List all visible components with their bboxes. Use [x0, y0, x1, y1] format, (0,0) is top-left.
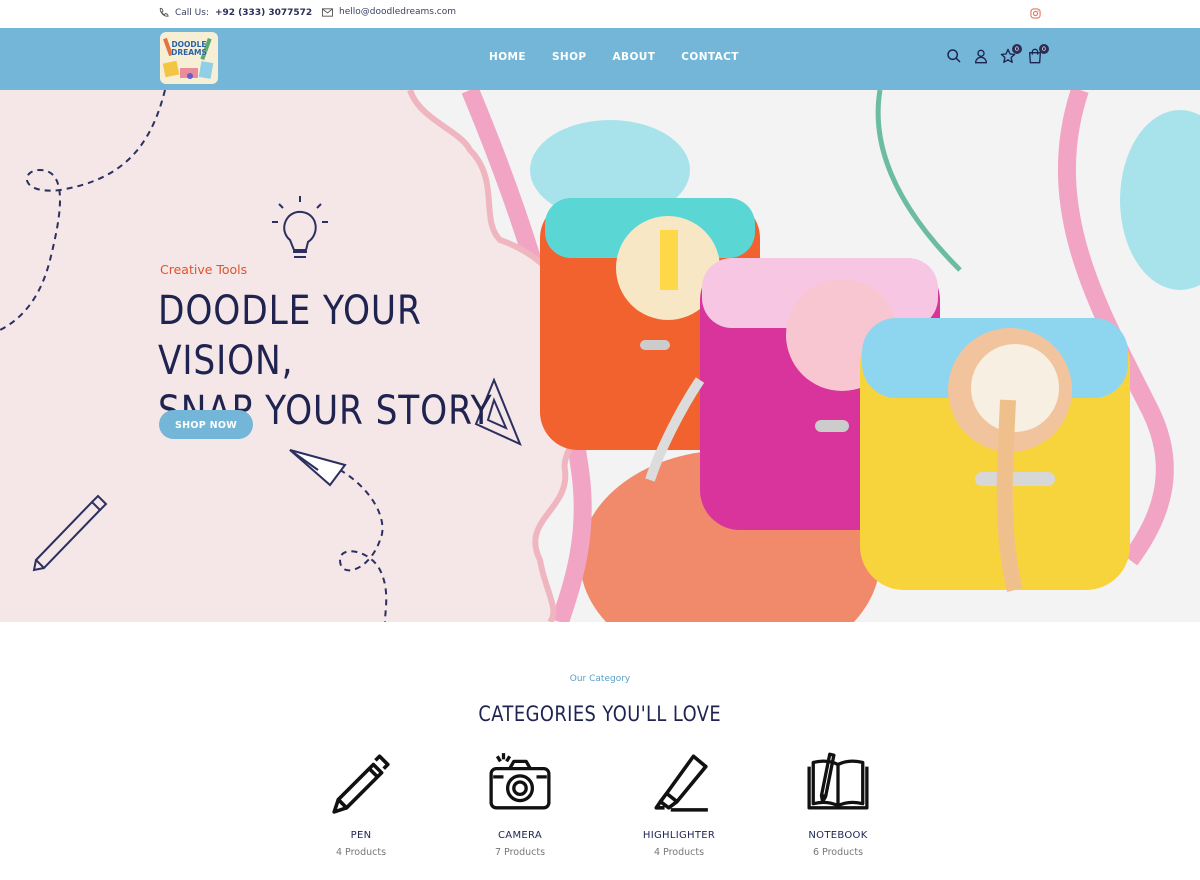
top-bar: Call Us: +92 (333) 3077572 hello@doodled… [0, 0, 1200, 28]
category-card-notebook[interactable]: NOTEBOOK 6 Products [778, 748, 898, 858]
category-title: CATEGORIES YOU'LL LOVE [0, 702, 1200, 726]
category-card-camera[interactable]: CAMERA 7 Products [460, 748, 580, 858]
wishlist-count-badge: 0 [1012, 44, 1022, 54]
category-title-text: CATEGORIES YOU'LL LOVE [478, 702, 722, 726]
category-name: PEN [350, 830, 372, 841]
wishlist-button[interactable]: 0 [1000, 44, 1022, 64]
user-icon [974, 49, 988, 64]
search-icon [947, 49, 961, 63]
account-button[interactable] [973, 48, 989, 64]
nav-shop[interactable]: SHOP [552, 51, 587, 63]
highlighter-icon [654, 754, 708, 812]
call-info[interactable]: Call Us: +92 (333) 3077572 [158, 7, 312, 18]
phone-number[interactable]: +92 (333) 3077572 [215, 8, 312, 18]
phone-icon [159, 7, 169, 17]
category-count: 4 Products [653, 847, 705, 858]
email-address[interactable]: hello@doodledreams.com [339, 7, 456, 17]
hero-banner: Creative Tools DOODLE YOUR VISION, SNAP … [0, 90, 1200, 622]
site-logo[interactable]: DOODLE DREAMS [160, 32, 218, 84]
shop-now-button[interactable]: SHOP NOW [159, 410, 253, 439]
category-subtitle: Our Category [569, 674, 631, 684]
camera-icon [489, 753, 551, 810]
pen-icon [332, 754, 390, 814]
instagram-icon[interactable] [1030, 8, 1041, 19]
category-name: NOTEBOOK [808, 830, 868, 841]
mail-icon [322, 7, 333, 17]
header-icons: 0 0 [946, 44, 1049, 64]
email-info[interactable]: hello@doodledreams.com [322, 7, 456, 17]
call-label: Call Us: [175, 7, 209, 18]
main-nav: HOME SHOP ABOUT CONTACT [476, 51, 752, 63]
category-count: 7 Products [494, 847, 546, 858]
category-name: HIGHLIGHTER [642, 830, 716, 841]
cart-button[interactable]: 0 [1027, 44, 1049, 64]
category-card-highlighter[interactable]: HIGHLIGHTER 4 Products [619, 748, 739, 858]
nav-home[interactable]: HOME [489, 51, 526, 63]
category-count: 4 Products [335, 847, 387, 858]
main-header: DOODLE DREAMS HOME SHOP ABOUT CONTACT 0 … [0, 28, 1200, 90]
category-name: CAMERA [498, 830, 542, 841]
category-count: 6 Products [812, 847, 864, 858]
notebook-icon [807, 752, 869, 810]
search-button[interactable] [946, 48, 962, 64]
logo-text: DOODLE DREAMS [171, 40, 207, 57]
hero-tagline: Creative Tools [160, 262, 248, 277]
category-card-pen[interactable]: PEN 4 Products [301, 748, 421, 858]
nav-contact[interactable]: CONTACT [681, 51, 739, 63]
nav-about[interactable]: ABOUT [613, 51, 656, 63]
cart-count-badge: 0 [1039, 44, 1049, 54]
hero-headline-line1: DOODLE YOUR VISION, [158, 288, 422, 384]
